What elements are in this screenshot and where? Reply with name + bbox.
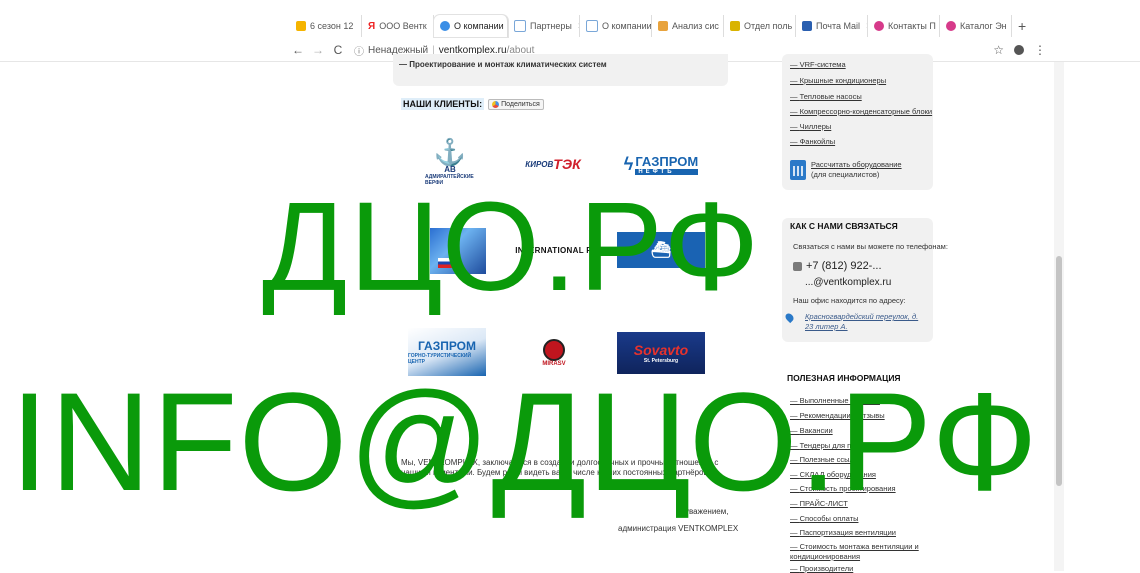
address-intro: Наш офис находится по адресу: — [793, 296, 906, 305]
yandex-icon: Я — [368, 20, 376, 32]
sidebar-link-manufacturers[interactable]: — Производители — [790, 564, 853, 573]
tab-label: Почта Mail — [816, 21, 860, 31]
contact-intro: Связаться с нами вы можете по телефонам: — [793, 242, 948, 251]
menu-icon[interactable]: ⋮ — [1034, 43, 1046, 57]
forward-button[interactable]: → — [310, 43, 326, 57]
logo-subtext: НЕФТЬ — [635, 168, 699, 175]
tab-mail[interactable]: Почта Mail × — [796, 15, 868, 37]
contact-title: КАК С НАМИ СВЯЗАТЬСЯ — [790, 221, 898, 231]
tab-ventk[interactable]: Я ООО Вентк × — [362, 15, 434, 37]
logo-text: ГАЗПРОМ — [417, 339, 477, 353]
tab-label: Отдел поль — [744, 21, 793, 31]
logo-text: КИРОВ — [525, 159, 554, 169]
tab-label: Контакты П — [888, 21, 936, 31]
account-icon[interactable] — [1014, 45, 1024, 55]
logo-text: Sovavto — [633, 342, 689, 358]
share-label: Поделиться — [501, 100, 540, 108]
page-icon — [514, 20, 526, 32]
tab-label: О компании — [454, 21, 504, 31]
info-icon[interactable]: ⓘ — [354, 43, 364, 58]
logo-text-accent: ТЭК — [553, 156, 581, 172]
sidebar-link-heatpumps[interactable]: — Тепловые насосы — [790, 92, 862, 101]
tab-label: 6 сезон 12 — [310, 21, 354, 31]
sidebar-link-passport[interactable]: — Паспортизация вентиляции — [790, 528, 896, 537]
chart-icon — [658, 21, 668, 31]
anchor-ship-icon: ⚓ — [433, 136, 467, 167]
service-item: — Проектирование и монтаж климатических … — [399, 60, 607, 69]
back-button[interactable]: ← — [290, 43, 306, 57]
tab-label: Каталог Эн — [960, 21, 1007, 31]
page-icon — [586, 20, 598, 32]
tab-contacts[interactable]: Контакты П × — [868, 15, 940, 37]
tab-partners[interactable]: Партнеры × — [508, 15, 580, 37]
services-box: — Проектирование и монтаж климатических … — [393, 54, 728, 86]
tab-label: Партнеры — [530, 21, 572, 31]
sidebar-link-install-cost[interactable]: — Стоимость монтажа вентиляции и кондици… — [790, 542, 920, 562]
tab-catalog[interactable]: Каталог Эн × — [940, 15, 1012, 37]
tab-season[interactable]: 6 сезон 12 — [290, 15, 362, 37]
calc-text: Рассчитать оборудование (для специалисто… — [811, 160, 902, 180]
logo-mark: АВ — [444, 164, 456, 174]
tab-about-2[interactable]: О компании × — [580, 15, 652, 37]
share-button[interactable]: Поделиться — [488, 98, 544, 110]
address-link[interactable]: Красногвардейский переулок, д. 23 литер … — [805, 312, 925, 332]
new-tab-button[interactable]: + — [1012, 18, 1032, 34]
phone-number[interactable]: +7 (812) 922-... — [793, 260, 882, 272]
phone-icon — [793, 261, 802, 271]
toolbar-right: ☆ ⋮ — [993, 43, 1050, 57]
phone-text: +7 (812) 922-... — [806, 260, 882, 272]
clients-title: НАШИ КЛИЕНТЫ: — [401, 98, 485, 110]
users-icon — [730, 21, 740, 31]
email-link[interactable]: ...@ventkomplex.ru — [805, 277, 891, 288]
share-icon — [492, 100, 500, 108]
play-icon — [296, 21, 306, 31]
sidebar-link-vrf[interactable]: — VRF-система — [790, 60, 846, 69]
sidebar-link-roof[interactable]: — Крышные кондиционеры — [790, 76, 886, 85]
tab-label: ООО Вентк — [379, 21, 427, 31]
logo-text: ГАЗПРОМ — [635, 153, 699, 169]
reload-button[interactable]: C — [330, 43, 346, 57]
calculate-equipment[interactable]: Рассчитать оборудование (для специалисто… — [790, 160, 902, 180]
asterisk-icon — [946, 21, 956, 31]
calc-link[interactable]: Рассчитать оборудование — [811, 160, 902, 169]
tab-about-active[interactable]: О компании × — [434, 15, 508, 37]
flame-icon: ϟ — [623, 153, 634, 174]
watermark-email: INFO@ДЦО.РФ — [10, 363, 1039, 520]
logo-text-group: ГАЗПРОМ НЕФТЬ — [635, 153, 699, 175]
scrollbar-thumb[interactable] — [1056, 256, 1062, 486]
signature-text: администрация VENTKOMPLEX — [618, 524, 739, 533]
tab-label: О компании — [602, 21, 652, 31]
tab-label: Анализ сис — [672, 21, 719, 31]
sidebar-link-chillers[interactable]: — Чиллеры — [790, 122, 831, 131]
watermark-domain: ДЦО.РФ — [262, 176, 762, 317]
tab-strip: 6 сезон 12 Я ООО Вентк × О компании × Па… — [290, 14, 1050, 38]
mail-icon — [802, 21, 812, 31]
sidebar-link-fancoils[interactable]: — Фанкойлы — [790, 137, 835, 146]
sidebar-link-compressor[interactable]: — Компрессорно-конденсаторные блоки — [790, 107, 932, 116]
site-icon — [440, 21, 450, 31]
tab-dept[interactable]: Отдел поль × — [724, 15, 796, 37]
calc-note: (для специалистов) — [811, 170, 880, 179]
star-icon[interactable]: ☆ — [993, 43, 1004, 57]
logo-gazprom-neft: ϟ ГАЗПРОМ НЕФТЬ — [623, 150, 699, 178]
asterisk-icon — [874, 21, 884, 31]
clients-header: НАШИ КЛИЕНТЫ: Поделиться — [401, 98, 544, 110]
calculator-icon — [790, 160, 806, 180]
tab-analysis[interactable]: Анализ сис × — [652, 15, 724, 37]
logo-disc-icon — [543, 339, 565, 361]
